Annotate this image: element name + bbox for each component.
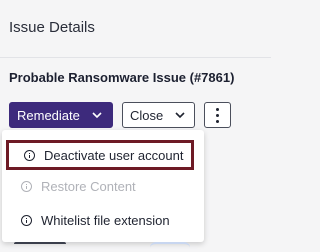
remediate-button[interactable]: Remediate	[9, 102, 113, 128]
menu-item-restore-content: Restore Content	[2, 171, 204, 201]
close-dropdown-button[interactable]: Close	[122, 102, 195, 128]
panel-header: Issue Details	[0, 0, 271, 58]
remediate-menu: Deactivate user account Restore Content …	[2, 130, 204, 242]
panel-title: Issue Details	[9, 19, 95, 36]
partial-underlying-badge	[150, 242, 190, 252]
menu-item-deactivate-user-account[interactable]: Deactivate user account	[6, 140, 194, 170]
menu-item-label: Whitelist file extension	[41, 212, 170, 228]
more-actions-button[interactable]	[204, 102, 231, 128]
menu-item-whitelist-file-extension[interactable]: Whitelist file extension	[2, 205, 204, 235]
chevron-down-icon	[92, 112, 102, 119]
issue-title: Probable Ransomware Issue (#7861)	[9, 70, 235, 85]
info-icon	[21, 214, 32, 226]
menu-item-label: Deactivate user account	[44, 147, 184, 163]
partial-underlying-text	[14, 242, 66, 252]
info-icon	[21, 180, 32, 192]
menu-item-label: Restore Content	[41, 178, 136, 194]
more-vertical-icon	[216, 107, 219, 123]
info-icon	[24, 149, 35, 161]
close-label: Close	[130, 107, 164, 123]
remediate-label: Remediate	[17, 107, 80, 123]
chevron-down-icon	[175, 112, 185, 119]
